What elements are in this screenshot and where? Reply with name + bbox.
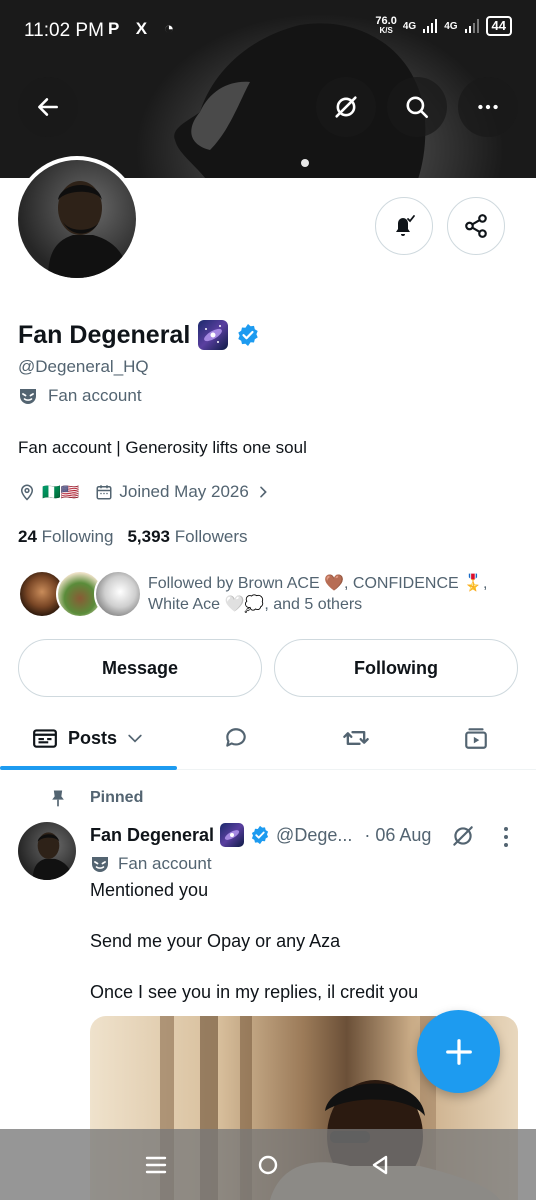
profile-name-row: Fan Degeneral	[18, 320, 260, 350]
follower-avatar	[94, 570, 142, 618]
network-type-2: 4G	[444, 20, 458, 32]
status-bar: 11:02 PM P X ◔ 76.0 K/S 4G 4G 44	[0, 0, 536, 60]
location-flags: 🇳🇬🇺🇸	[42, 484, 80, 501]
fan-account-label: Fan account	[18, 386, 142, 406]
post-text-line: Mentioned you	[90, 880, 209, 900]
battery-indicator: 44	[485, 16, 512, 36]
home-circle-icon[interactable]	[256, 1153, 280, 1177]
profile-handle: @Degeneral_HQ	[18, 357, 149, 376]
tab-reposts[interactable]	[320, 706, 392, 770]
profile-banner[interactable]: 11:02 PM P X ◔ 76.0 K/S 4G 4G 44	[0, 0, 536, 178]
compose-post-button[interactable]	[417, 1010, 500, 1093]
avatar-image	[18, 160, 136, 278]
tab-posts[interactable]: Posts	[0, 706, 177, 770]
more-horizontal-icon	[478, 104, 498, 110]
post-date[interactable]: · 06 Aug	[364, 825, 431, 846]
location-icon	[20, 484, 34, 501]
more-options-button[interactable]	[458, 77, 518, 137]
plus-icon	[445, 1038, 472, 1065]
followed-by-row[interactable]: Followed by Brown ACE 🤎, CONFIDENCE 🎖️, …	[18, 570, 518, 618]
notification-app-icons: P X ◔	[108, 19, 181, 38]
share-icon	[465, 214, 487, 238]
mask-icon	[92, 857, 108, 872]
net-speed: 76.0 K/S	[375, 15, 397, 36]
search-button[interactable]	[387, 77, 447, 137]
chevron-right-icon[interactable]	[255, 484, 271, 500]
profile-meta: 🇳🇬🇺🇸 Joined May 2026	[18, 482, 271, 502]
verified-badge-icon	[238, 324, 258, 346]
recents-menu-icon[interactable]	[144, 1153, 168, 1177]
grok-button[interactable]	[316, 77, 376, 137]
avatar-portrait	[48, 181, 128, 278]
status-indicators: 76.0 K/S 4G 4G 44	[375, 16, 512, 36]
tab-replies[interactable]	[200, 706, 272, 770]
profile-bio: Fan account | Generosity lifts one soul	[18, 438, 307, 457]
galaxy-emoji-icon	[220, 823, 245, 847]
post-text-line: Once I see you in my replies, il credit …	[90, 982, 419, 1002]
media-icon	[465, 728, 487, 749]
followed-by-text: Followed by Brown ACE 🤎, CONFIDENCE 🎖️, …	[148, 575, 488, 613]
mask-icon	[20, 389, 36, 404]
verified-badge-icon	[251, 825, 269, 845]
pin-icon	[52, 790, 64, 807]
signal-icon	[423, 19, 438, 33]
back-triangle-icon[interactable]	[368, 1153, 392, 1177]
reply-bubble-icon	[226, 728, 246, 747]
status-time: 11:02 PM	[24, 20, 104, 41]
system-navigation-bar	[0, 1129, 536, 1200]
avatar-portrait	[32, 832, 73, 880]
profile-name: Fan Degeneral	[18, 320, 191, 349]
grok-icon	[335, 96, 357, 118]
calendar-icon	[96, 485, 112, 500]
signal-icon-2	[464, 19, 479, 33]
posts-icon	[33, 729, 57, 748]
chevron-down-icon[interactable]	[125, 728, 145, 748]
network-type: 4G	[402, 20, 417, 32]
more-vertical-icon[interactable]	[496, 824, 516, 850]
arrow-left-icon	[38, 98, 58, 116]
pinned-label: Pinned	[48, 788, 143, 808]
grok-icon[interactable]	[450, 823, 476, 849]
share-button[interactable]	[447, 197, 505, 255]
notification-bell-button[interactable]	[375, 197, 433, 255]
profile-avatar[interactable]	[14, 156, 140, 282]
post-header: Fan Degeneral @Dege... · 06 Aug	[90, 823, 431, 847]
post-text-line: Send me your Opay or any Aza	[90, 931, 341, 951]
post-author-handle: @Dege...	[276, 824, 353, 845]
follow-stats: 24 Following 5,393 Followers	[18, 527, 248, 547]
tab-media[interactable]	[440, 706, 512, 770]
joined-date[interactable]: Joined May 2026	[119, 482, 248, 502]
galaxy-emoji-icon	[198, 320, 229, 350]
active-tab-indicator	[0, 766, 177, 770]
following-button[interactable]: Following	[274, 639, 518, 697]
post-author-avatar[interactable]	[18, 822, 76, 880]
following-link[interactable]: 24 Following	[18, 527, 113, 547]
search-icon	[406, 96, 429, 119]
followers-link[interactable]: 5,393 Followers	[127, 527, 247, 547]
repost-icon	[343, 731, 369, 745]
back-button[interactable]	[18, 77, 78, 137]
profile-tabs: Posts	[0, 706, 536, 770]
post-fan-account-label: Fan account	[90, 854, 212, 874]
bell-check-icon	[396, 215, 415, 236]
post-author-name[interactable]: Fan Degeneral	[90, 825, 214, 846]
message-button[interactable]: Message	[18, 639, 262, 697]
